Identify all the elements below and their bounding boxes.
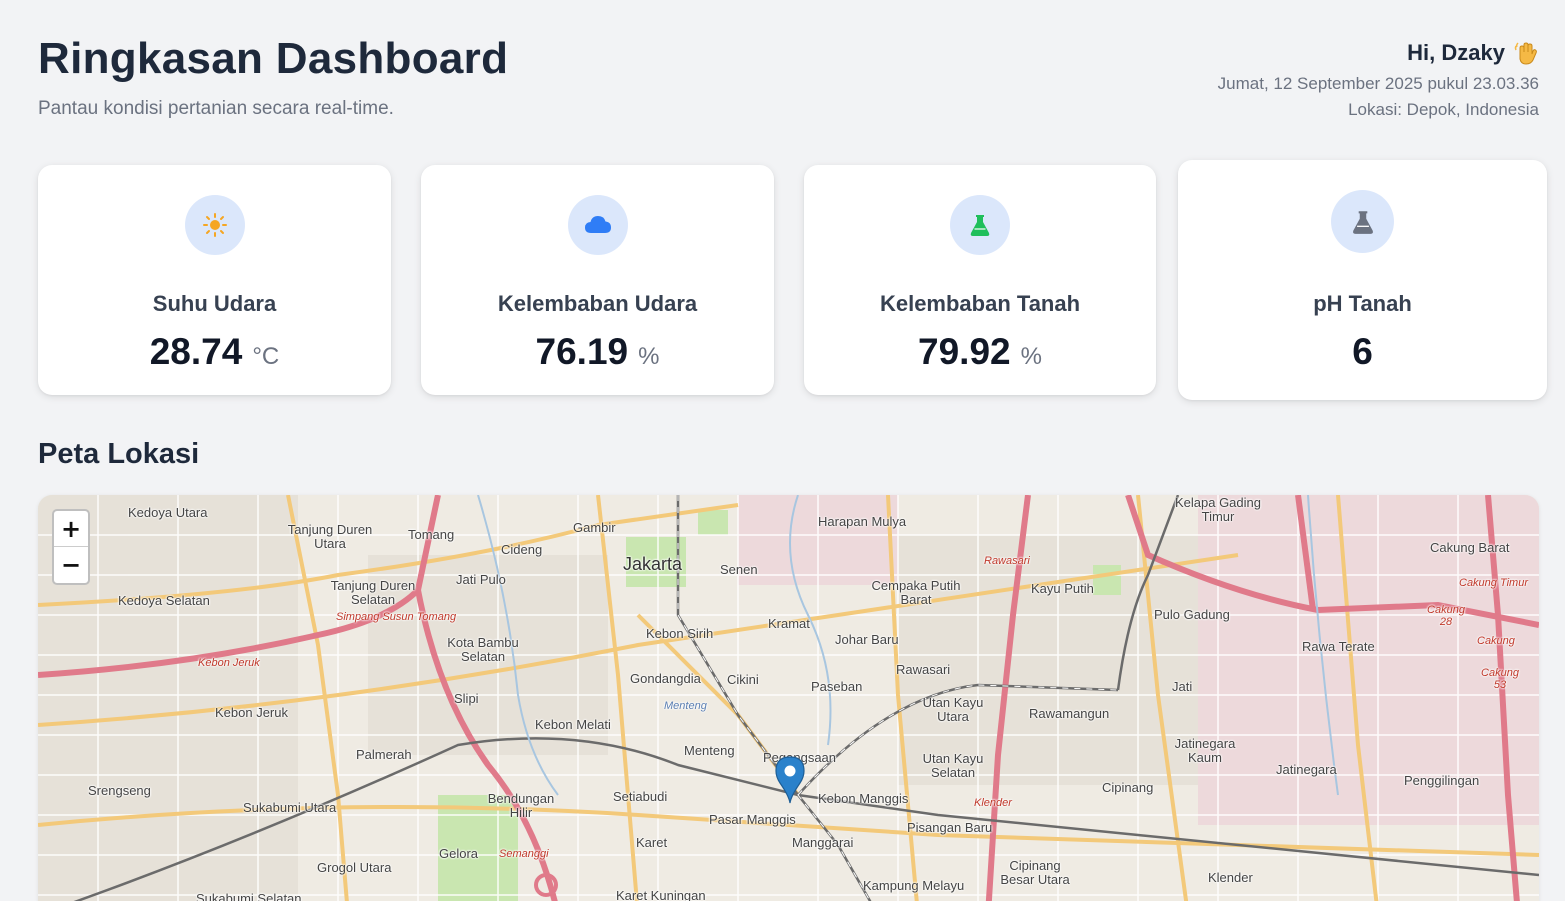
map-place-label: Slipi: [454, 691, 479, 706]
map-road-label: Rawasari: [984, 555, 1030, 567]
map-place-label: Manggarai: [792, 835, 854, 850]
map-road-label: Cakung: [1477, 635, 1515, 647]
map-place-label: Kebon Sirih: [646, 626, 714, 641]
flask-icon: [950, 195, 1010, 255]
map-place-label: Sukabumi Utara: [243, 800, 337, 815]
map-place-label: Bendungan Hilir: [487, 791, 555, 821]
map-place-label: Sukabumi Selatan: [196, 891, 302, 901]
map-place-label: Johar Baru: [835, 632, 899, 647]
header: Ringkasan Dashboard Pantau kondisi perta…: [38, 34, 1539, 134]
datetime: Jumat, 12 September 2025 pukul 23.03.36: [1217, 74, 1539, 93]
card-unit: %: [1020, 343, 1042, 370]
map-pin-icon[interactable]: [775, 756, 805, 804]
map-place-label: Rawamangun: [1029, 706, 1110, 721]
map-place-label: Jatinegara Kaum: [1174, 736, 1236, 766]
map-place-label: Setiabudi: [613, 789, 668, 804]
map-place-label: Cikini: [727, 672, 759, 687]
map-place-label: Kelapa Gading Timur: [1174, 495, 1261, 525]
map-place-label: Kebon Jeruk: [215, 705, 288, 720]
card-ph-tanah: pH Tanah 6: [1178, 160, 1547, 400]
map-place-label: Palmerah: [356, 747, 412, 762]
map-road-label: Cakung Timur: [1459, 577, 1528, 589]
map-place-label: Rawa Terate: [1302, 639, 1375, 654]
map-place-label: Senen: [720, 562, 758, 577]
card-label: Suhu Udara: [152, 291, 277, 316]
flask-icon: [1331, 190, 1394, 253]
zoom-out-button[interactable]: −: [54, 547, 88, 583]
card-label: Kelembaban Tanah: [879, 291, 1081, 316]
greeting-text: Hi, Dzaky: [1407, 40, 1505, 65]
map-place-label: Jakarta: [623, 554, 683, 574]
user-block: Hi, Dzaky Jumat, 12 September 2025 pukul…: [1218, 40, 1539, 120]
map-place-label: Kebon Manggis: [818, 791, 909, 806]
section-title-map: Peta Lokasi: [38, 438, 200, 470]
map-road-label: Cakung 53: [1481, 667, 1519, 692]
map-place-label: Srengseng: [88, 783, 151, 798]
map-place-label: Pasar Manggis: [709, 812, 796, 827]
map-place-label: Jati: [1172, 679, 1193, 694]
map[interactable]: Jakarta Kedoya Utara Tanjung Duren Utara…: [38, 495, 1539, 901]
map-place-label: Cipinang: [1102, 780, 1154, 795]
map-road-label: Simpang Susun Tomang: [336, 611, 457, 623]
card-value: 79.92: [918, 331, 1011, 372]
map-place-label: Grogol Utara: [317, 860, 392, 875]
map-place-label: Harapan Mulya: [818, 514, 907, 529]
card-value: 6: [1352, 331, 1373, 372]
card-unit: °C: [252, 343, 280, 370]
map-place-label: Tanjung Duren Utara: [287, 522, 373, 552]
map-place-label: Kayu Putih: [1031, 581, 1094, 596]
map-road-label: Semanggi: [499, 848, 549, 860]
map-place-label: Utan Kayu Selatan: [922, 751, 984, 781]
map-place-label: Menteng: [684, 743, 735, 758]
cloud-icon: [567, 195, 628, 255]
map-place-label: Penggilingan: [1404, 773, 1480, 788]
map-road-label: Menteng: [664, 700, 707, 712]
card-value: 28.74: [149, 331, 243, 372]
map-place-label: Kramat: [768, 616, 810, 631]
waving-hand-icon: [1513, 40, 1539, 66]
map-place-label: Gondangdia: [630, 671, 701, 686]
map-place-label: Kebon Melati: [535, 717, 611, 732]
card-value: 76.19: [535, 331, 629, 372]
map-place-label: Kota Bambu Selatan: [447, 635, 519, 665]
greeting: Hi, Dzaky: [1218, 40, 1539, 66]
map-place-label: Tanjung Duren Selatan: [330, 578, 416, 608]
map-place-label: Kedoya Utara: [128, 505, 208, 520]
sun-icon: [184, 195, 245, 255]
map-place-label: Cideng: [501, 542, 543, 557]
card-kelembaban-tanah: Kelembaban Tanah 79.92 %: [804, 165, 1156, 395]
map-road-label: Cakung 28: [1427, 604, 1465, 629]
card-label: Kelembaban Udara: [497, 291, 698, 316]
zoom-in-button[interactable]: +: [54, 511, 88, 547]
map-place-label: Jati Pulo: [456, 572, 506, 587]
map-place-label: Kedoya Selatan: [118, 593, 210, 608]
card-unit: %: [638, 343, 660, 370]
map-place-label: Pisangan Baru: [907, 820, 993, 835]
map-place-label: Gelora: [439, 846, 479, 861]
zoom-control: + −: [52, 509, 90, 585]
map-place-label: Klender: [1208, 870, 1253, 885]
location-text: Lokasi: Depok, Indonesia: [1348, 100, 1539, 119]
card-label: pH Tanah: [1313, 291, 1412, 316]
map-place-label: Pulo Gadung: [1154, 607, 1230, 622]
map-place-label: Cempaka Putih Barat: [871, 578, 961, 608]
card-suhu-udara: Suhu Udara 28.74 °C: [38, 165, 391, 395]
map-tiles: [38, 495, 1539, 901]
map-place-label: Gambir: [573, 520, 616, 535]
map-place-label: Paseban: [811, 679, 863, 694]
map-road-label: Kebon Jeruk: [198, 657, 260, 669]
map-place-label: Kampung Melayu: [863, 878, 965, 893]
map-place-label: Utan Kayu Utara: [922, 695, 984, 725]
map-place-label: Tomang: [408, 527, 455, 542]
map-road-label: Klender: [974, 797, 1012, 809]
map-place-label: Rawasari: [896, 662, 951, 677]
map-place-label: Karet: [636, 835, 668, 850]
map-place-label: Karet Kuningan: [616, 888, 706, 901]
card-kelembaban-udara: Kelembaban Udara 76.19 %: [421, 165, 774, 395]
map-place-label: Jatinegara: [1276, 762, 1337, 777]
map-place-label: Cakung Barat: [1430, 540, 1510, 555]
map-place-label: Cipinang Besar Utara: [1000, 858, 1070, 888]
